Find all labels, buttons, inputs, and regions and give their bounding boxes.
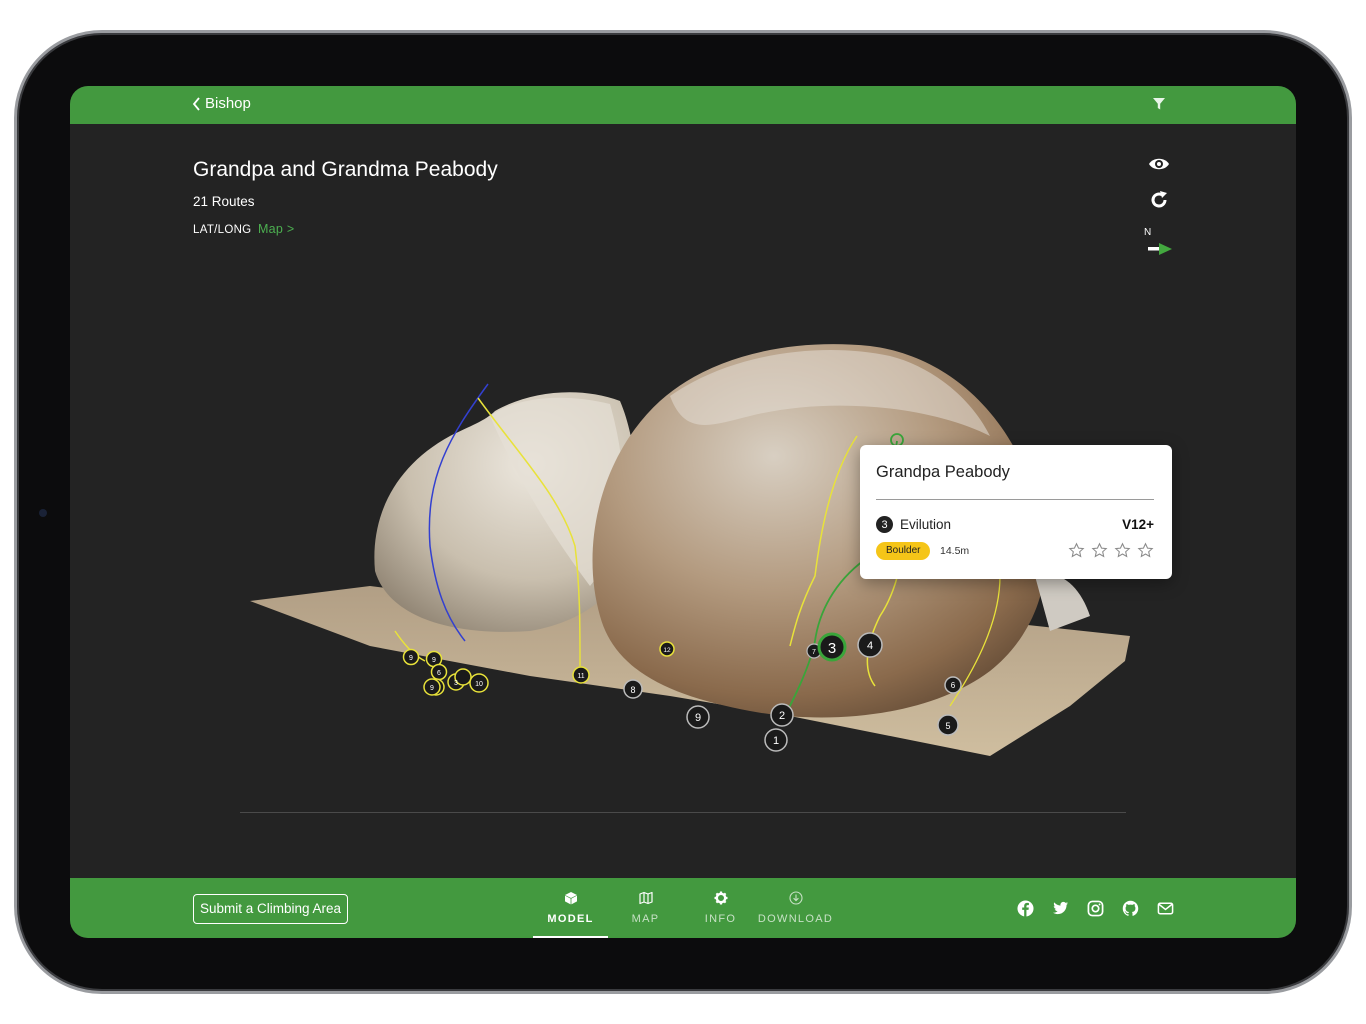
marker-label: 3 [454, 680, 458, 687]
north-label: N [1144, 227, 1152, 238]
facebook-icon[interactable] [1017, 900, 1034, 917]
card-route-number: 3 [876, 516, 893, 533]
tab-info[interactable]: INFO [683, 878, 758, 938]
card-route-name[interactable]: Evilution [900, 517, 951, 532]
download-icon [788, 891, 803, 905]
tab-map[interactable]: MAP [608, 878, 683, 938]
app-screen: Bishop Grandpa and Grandma Peabody 21 Ro… [70, 86, 1296, 938]
card-divider [876, 499, 1154, 500]
bottom-tabs: MODEL MAP INFO DOWNLOAD [533, 878, 833, 938]
card-boulder-name: Grandpa Peabody [876, 463, 1010, 481]
marker-label: 5 [945, 721, 950, 731]
model-baseline-divider [240, 812, 1126, 813]
email-icon[interactable] [1157, 900, 1174, 917]
route-info-card[interactable]: Grandpa Peabody 3 Evilution V12+ Boulder… [860, 445, 1172, 579]
star-rating[interactable] [1068, 542, 1154, 559]
filter-icon[interactable] [1152, 97, 1166, 111]
map-link[interactable]: Map > [258, 222, 295, 236]
rotate-icon[interactable] [1149, 190, 1169, 210]
route-type-badge: Boulder [876, 542, 931, 560]
marker-label: 6 [437, 670, 441, 677]
cube-icon [564, 892, 577, 905]
gear-icon [714, 891, 727, 905]
tab-label: DOWNLOAD [757, 913, 834, 925]
front-camera [39, 509, 47, 517]
marker-label: 3 [828, 640, 836, 657]
eye-icon[interactable] [1148, 156, 1170, 172]
back-button[interactable]: Bishop [192, 95, 251, 112]
marker-label: 9 [695, 712, 701, 724]
top-bar: Bishop [70, 86, 1296, 124]
marker-label: 4 [867, 640, 873, 652]
star-icon[interactable] [1137, 542, 1154, 559]
marker-label: 9 [430, 685, 434, 692]
marker-label: 11 [577, 673, 584, 680]
star-icon[interactable] [1091, 542, 1108, 559]
page-title: Grandpa and Grandma Peabody [193, 158, 498, 181]
latlong-label: LAT/LONG [193, 224, 252, 236]
star-icon[interactable] [1068, 542, 1085, 559]
bottom-bar: Submit a Climbing Area MODEL MAP INFO DO… [70, 878, 1296, 938]
marker-label: 9 [409, 655, 413, 662]
marker-label: 12 [663, 647, 671, 654]
marker-label: 9 [432, 657, 436, 664]
chevron-left-icon [192, 96, 200, 111]
tab-label: MODEL [547, 913, 594, 925]
card-route-grade: V12+ [1122, 517, 1154, 532]
submit-climbing-area-button[interactable]: Submit a Climbing Area [193, 894, 349, 924]
tab-label: INFO [704, 913, 737, 925]
star-icon[interactable] [1114, 542, 1131, 559]
instagram-icon[interactable] [1087, 900, 1104, 917]
back-label: Bishop [205, 95, 251, 112]
social-links [1017, 900, 1174, 917]
twitter-icon[interactable] [1052, 900, 1069, 917]
tab-download[interactable]: DOWNLOAD [758, 878, 833, 938]
github-icon[interactable] [1122, 900, 1139, 917]
marker-label: 6 [951, 681, 956, 690]
tab-label: MAP [631, 913, 660, 925]
marker-label: 8 [630, 685, 635, 695]
marker-label: 1 [773, 735, 779, 747]
marker-label: 7 [812, 649, 816, 656]
marker-label: 2 [779, 710, 785, 722]
route-count: 21 Routes [193, 194, 255, 209]
card-route-length: 14.5m [940, 545, 970, 557]
tab-model[interactable]: MODEL [533, 878, 608, 938]
latlong-row: LAT/LONG Map > [193, 222, 295, 236]
compass-arrow-icon[interactable] [1148, 242, 1174, 256]
marker-label: 10 [475, 681, 483, 688]
map-icon [638, 891, 653, 905]
